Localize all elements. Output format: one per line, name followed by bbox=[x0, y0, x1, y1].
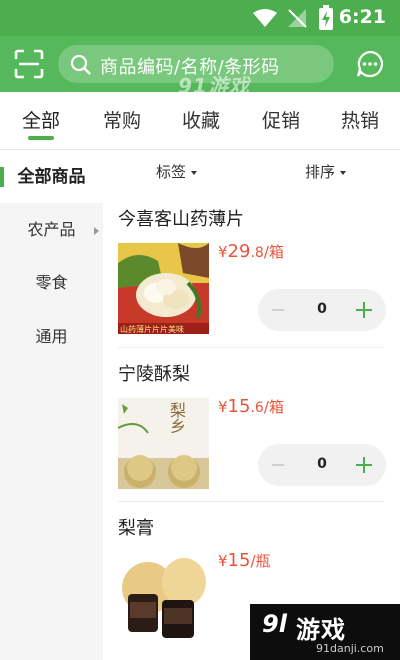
product-image-caption: 梨乡 bbox=[167, 402, 186, 434]
wifi-icon bbox=[253, 9, 277, 27]
product-price: ¥15/瓶 bbox=[218, 550, 271, 571]
product-image: 山药薄片片片美味 bbox=[118, 243, 209, 334]
divider bbox=[118, 501, 384, 502]
scan-icon[interactable] bbox=[14, 49, 44, 79]
caret-down-icon bbox=[191, 170, 198, 175]
battery-charging-icon bbox=[319, 5, 333, 30]
quantity-stepper[interactable]: 0 bbox=[258, 444, 386, 486]
sidebar-item-agriculture[interactable]: 农产品 bbox=[0, 204, 103, 256]
tab-all[interactable]: 全部 bbox=[1, 106, 81, 133]
decrease-button[interactable] bbox=[272, 309, 284, 311]
submenu-arrow-icon bbox=[94, 227, 99, 235]
divider bbox=[118, 347, 384, 348]
product-image: 梨乡 bbox=[118, 398, 209, 489]
sort-filter-label: 排序 bbox=[305, 163, 336, 181]
watermark-title: 游戏 bbox=[296, 616, 346, 644]
tab-favorites[interactable]: 收藏 bbox=[161, 106, 241, 133]
caret-down-icon bbox=[340, 170, 347, 175]
status-bar: 6:21 bbox=[0, 0, 400, 36]
tab-promotion[interactable]: 促销 bbox=[241, 106, 321, 133]
watermark-logo-mark: 9l bbox=[262, 610, 287, 638]
category-tabs: 全部 常购 收藏 促销 热销 bbox=[0, 92, 400, 150]
sidebar-item-all-goods[interactable]: 全部商品 bbox=[0, 151, 103, 203]
decrease-button[interactable] bbox=[272, 464, 284, 466]
product-name: 梨膏 bbox=[118, 518, 154, 539]
status-time: 6:21 bbox=[338, 6, 386, 28]
no-signal-icon bbox=[288, 9, 307, 28]
product-image-caption: 山药薄片片片美味 bbox=[120, 325, 184, 334]
sidebar-item-snacks[interactable]: 零食 bbox=[0, 257, 103, 309]
quantity-stepper[interactable]: 0 bbox=[258, 289, 386, 331]
sidebar: 全部商品 农产品 零食 通用 bbox=[0, 151, 103, 660]
product-name: 今喜客山药薄片 bbox=[118, 209, 244, 230]
tag-filter[interactable]: 标签 bbox=[156, 161, 198, 182]
increase-button[interactable] bbox=[356, 302, 372, 318]
sort-filter[interactable]: 排序 bbox=[305, 161, 347, 182]
tab-frequent[interactable]: 常购 bbox=[82, 106, 162, 133]
product-name: 宁陵酥梨 bbox=[118, 364, 190, 385]
increase-button[interactable] bbox=[356, 457, 372, 473]
quantity-value: 0 bbox=[317, 456, 327, 472]
watermark-site: 91danji.com bbox=[316, 642, 384, 655]
quantity-value: 0 bbox=[317, 301, 327, 317]
product-price: ¥15.6/箱 bbox=[218, 396, 284, 417]
message-icon[interactable] bbox=[356, 50, 384, 78]
sidebar-item-general[interactable]: 通用 bbox=[0, 311, 103, 363]
tab-hot[interactable]: 热销 bbox=[320, 106, 400, 133]
tag-filter-label: 标签 bbox=[156, 163, 187, 181]
product-image bbox=[118, 552, 209, 643]
app-header: 商品编码/名称/条形码 91游戏 bbox=[0, 36, 400, 98]
watermark-badge: 9l 游戏 91danji.com bbox=[250, 604, 400, 660]
search-icon bbox=[70, 54, 91, 75]
product-price: ¥29.8/箱 bbox=[218, 241, 284, 262]
active-tab-indicator bbox=[28, 136, 54, 140]
